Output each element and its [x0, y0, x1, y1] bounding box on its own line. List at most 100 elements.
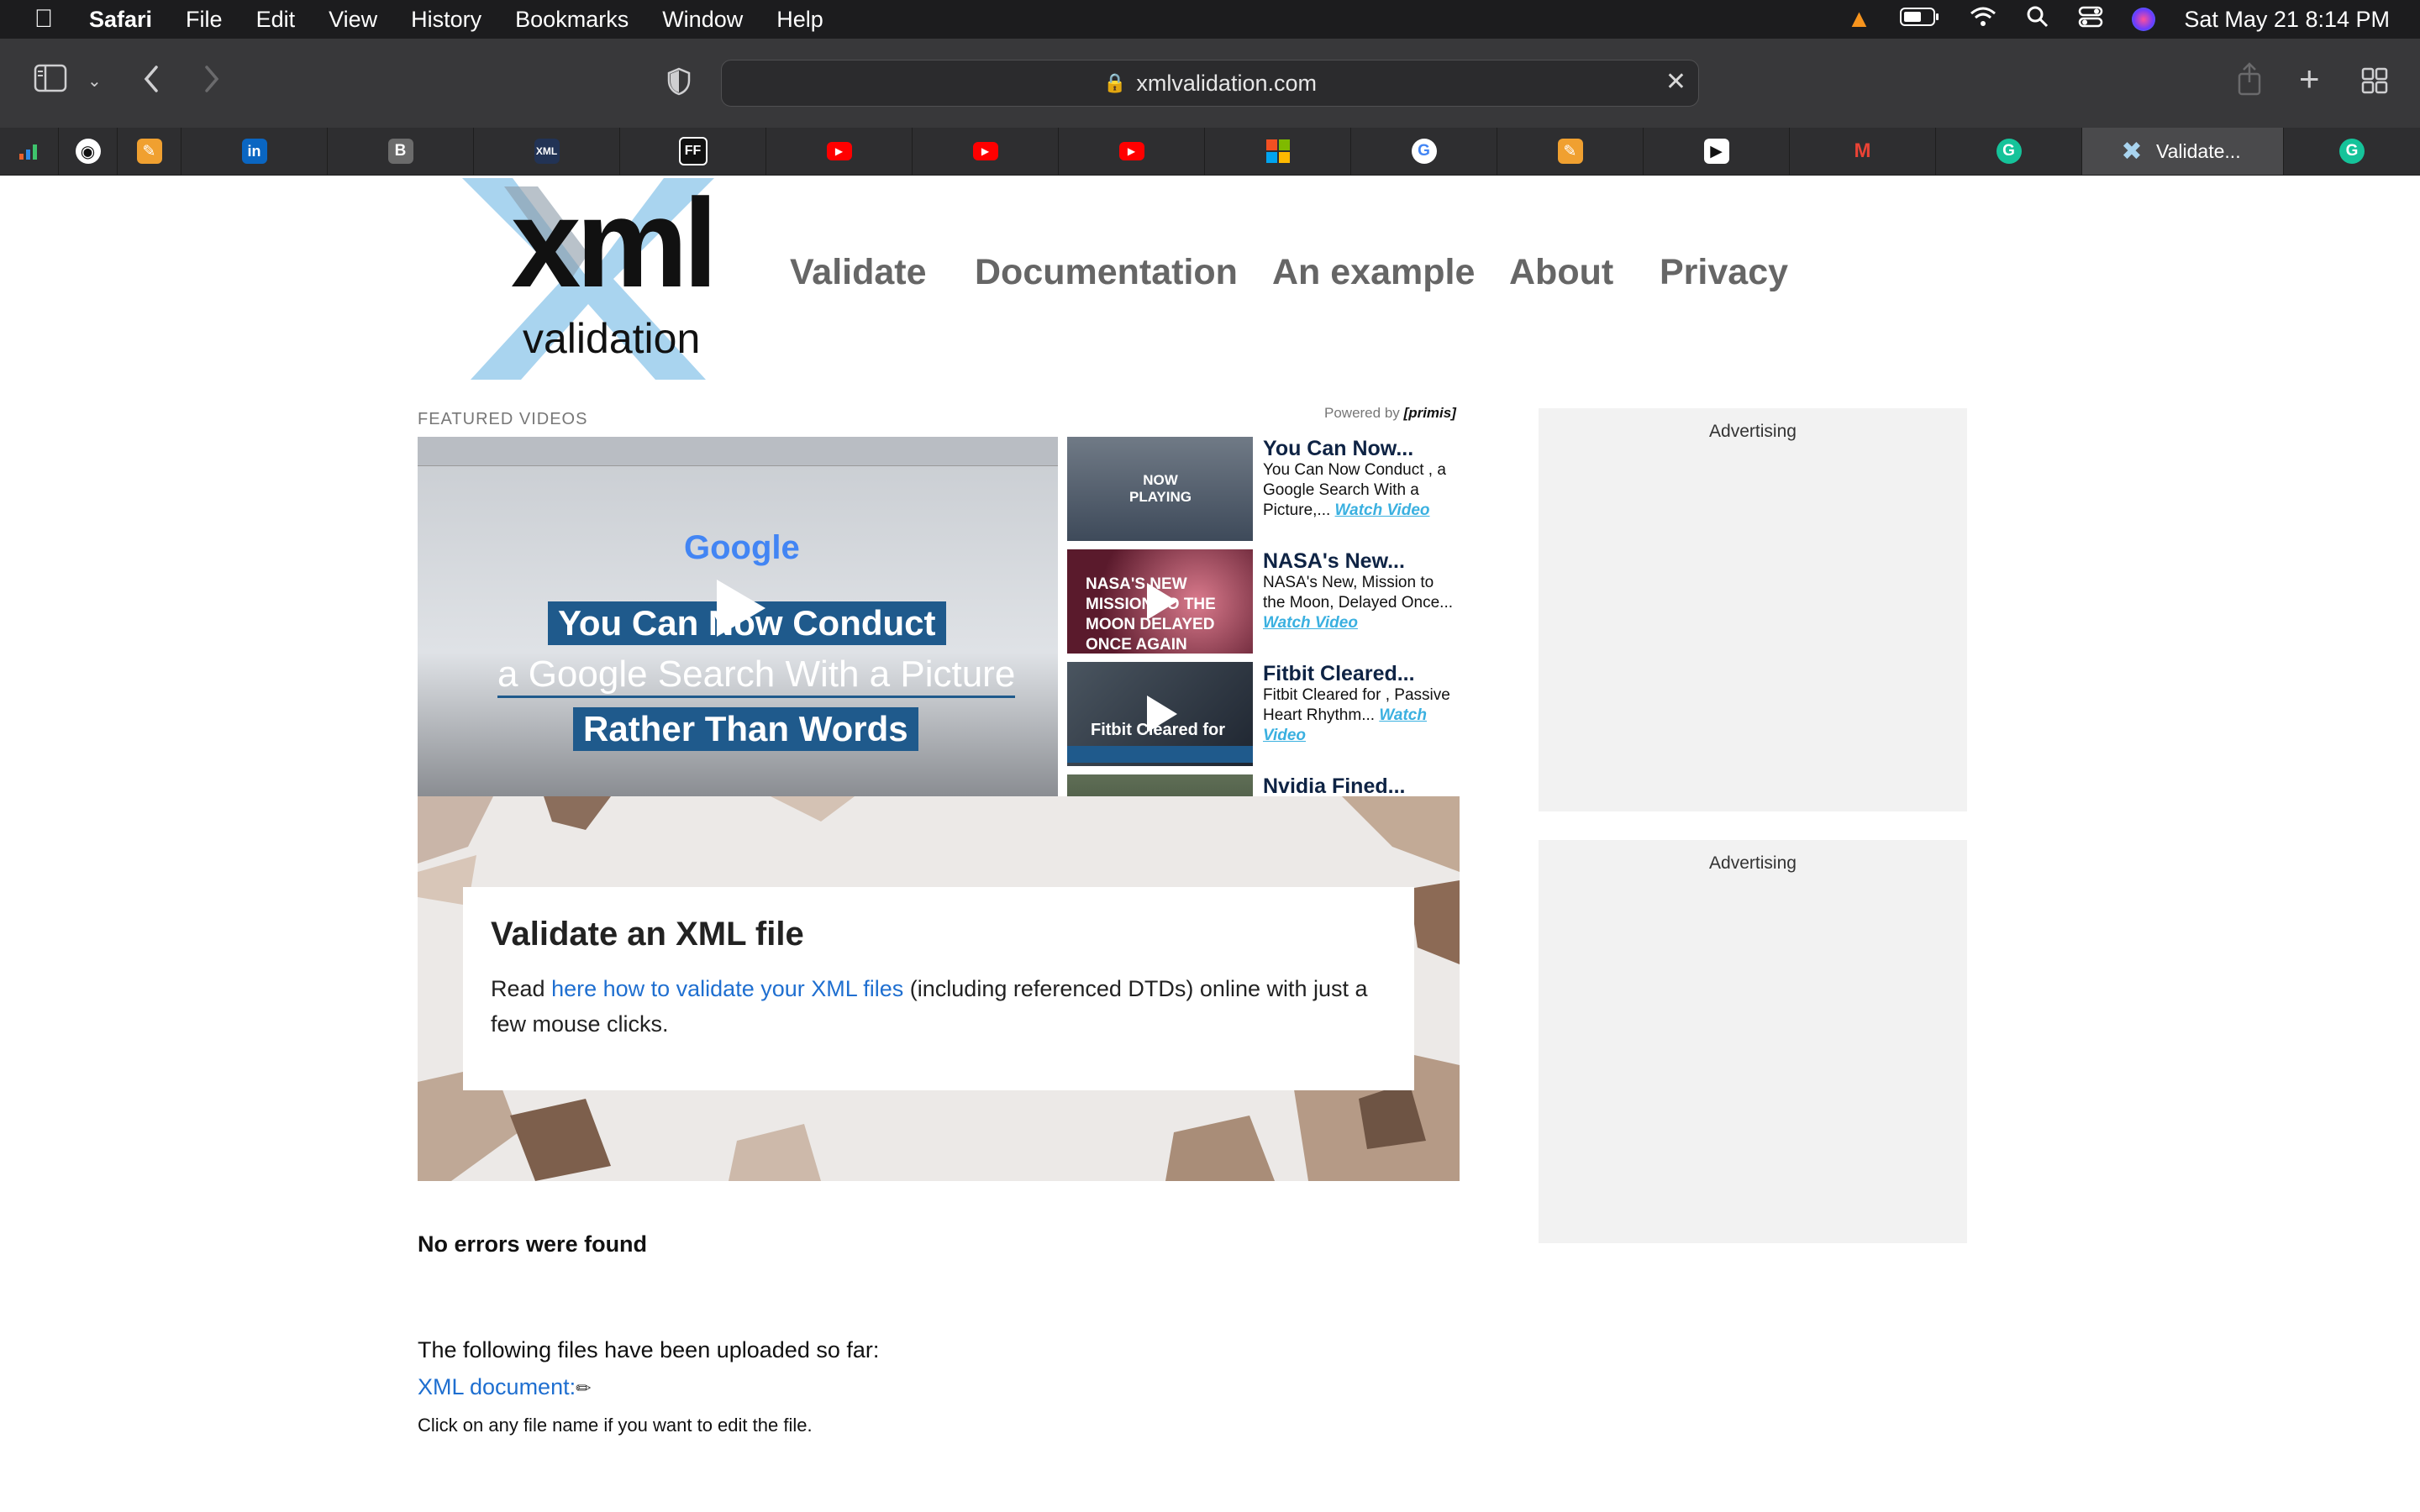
play-icon[interactable] [717, 580, 765, 637]
control-center-icon[interactable] [2078, 5, 2103, 34]
site-logo[interactable]: xml validation [445, 178, 731, 380]
forward-arrow-icon[interactable] [202, 62, 222, 103]
tab-5[interactable]: B [328, 128, 474, 175]
how-to-validate-link[interactable]: here how to validate your XML files [551, 976, 903, 1001]
video-thumbnail [1067, 774, 1253, 796]
tab-7[interactable]: FF [620, 128, 766, 175]
vlc-icon[interactable]: ▲ [1847, 5, 1872, 34]
watch-video-link[interactable]: Watch Video [1263, 614, 1358, 632]
share-icon[interactable] [2237, 62, 2262, 103]
tab-9[interactable]: ▶ [913, 128, 1059, 175]
battery-icon[interactable] [1900, 7, 1940, 33]
video-title[interactable]: Fitbit Cleared... [1263, 662, 1415, 686]
tab-10[interactable]: ▶ [1059, 128, 1205, 175]
chevron-down-icon[interactable]: ⌄ [87, 71, 102, 92]
tab-13[interactable]: ✎ [1497, 128, 1644, 175]
apple-icon[interactable]:  [30, 5, 57, 34]
tab-14[interactable]: ▶ [1644, 128, 1790, 175]
google-icon: G [1411, 139, 1437, 164]
video-title[interactable]: Nvidia Fined... [1263, 774, 1405, 796]
microsoft-icon [1265, 139, 1291, 164]
menu-help[interactable]: Help [776, 7, 823, 33]
spotlight-search-icon[interactable] [2026, 5, 2049, 34]
video-description: Fitbit Cleared for , Passive Heart Rhyth… [1263, 686, 1450, 744]
nav-an-example[interactable]: An example [1272, 252, 1475, 293]
menu-app-safari[interactable]: Safari [89, 7, 152, 33]
video-list-item[interactable]: Nvidia Fined... [1067, 774, 1462, 796]
clear-url-icon[interactable]: ✕ [1665, 67, 1686, 97]
tab-8[interactable]: ▶ [766, 128, 913, 175]
back-arrow-icon[interactable] [141, 62, 161, 103]
menu-history[interactable]: History [411, 7, 481, 33]
watch-video-link[interactable]: Watch Video [1335, 501, 1430, 519]
nav-validate[interactable]: Validate [790, 252, 927, 293]
address-url[interactable]: xmlvalidation.com [1136, 71, 1317, 97]
edit-hint: Click on any file name if you want to ed… [418, 1415, 813, 1436]
menu-edit[interactable]: Edit [256, 7, 296, 33]
gmail-icon: M [1854, 139, 1871, 162]
nav-documentation[interactable]: Documentation [975, 252, 1238, 293]
play-icon[interactable] [1147, 696, 1177, 732]
main-video-player[interactable]: Google You Can Now Conduct a Google Sear… [418, 437, 1058, 796]
lock-icon: 🔒 [1103, 72, 1127, 93]
powered-by[interactable]: Powered by [primis] [1324, 405, 1456, 422]
video-thumbnail: NOW PLAYING [1067, 437, 1253, 541]
tab-12[interactable]: G [1351, 128, 1497, 175]
xml-document-link[interactable]: XML document:✏ [418, 1374, 592, 1400]
b-icon: B [387, 139, 413, 164]
video-description: You Can Now Conduct , a Google Search Wi… [1263, 461, 1446, 519]
menu-bookmarks[interactable]: Bookmarks [515, 7, 629, 33]
privacy-shield-icon[interactable] [667, 67, 691, 103]
xmlvalidation-favicon-icon: ✖ [2121, 137, 2143, 165]
logo-text-xml: xml [511, 172, 718, 313]
tab-4[interactable]: in [182, 128, 328, 175]
playstation-icon: ▶ [1703, 139, 1729, 164]
video-thumbnail: NASA'S NEW MISSION TO THE MOON DELAYED O… [1067, 549, 1253, 654]
address-bar[interactable]: 🔒 xmlvalidation.com ✕ [721, 60, 1699, 107]
ff-icon: FF [678, 137, 708, 165]
validate-description: Read here how to validate your XML files… [491, 976, 1368, 1037]
primis-brand: [primis] [1403, 405, 1456, 421]
tab-11[interactable] [1205, 128, 1351, 175]
pencil-icon[interactable]: ✏ [576, 1378, 591, 1399]
tab-6[interactable]: XML [474, 128, 620, 175]
active-tab-title: Validate... [2156, 139, 2241, 162]
new-tab-plus-icon[interactable]: + [2299, 59, 2320, 99]
menubar-clock[interactable]: Sat May 21 8:14 PM [2184, 7, 2390, 33]
tab-2[interactable]: ◉ [59, 128, 118, 175]
youtube-icon: ▶ [1118, 142, 1144, 160]
tab-active-xmlvalidation[interactable]: ✖ Validate... [2082, 128, 2284, 175]
tab-overview-icon[interactable] [2361, 67, 2388, 102]
grammarly-icon: G [1996, 139, 2022, 164]
wifi-icon[interactable] [1969, 6, 1997, 34]
tab-15[interactable]: M [1790, 128, 1936, 175]
tab-16[interactable]: G [1936, 128, 2082, 175]
nav-privacy[interactable]: Privacy [1660, 252, 1788, 293]
tab-18[interactable]: G [2284, 128, 2420, 175]
nav-about[interactable]: About [1509, 252, 1613, 293]
advertising-slot-1[interactable]: Advertising [1539, 408, 1967, 811]
siri-icon[interactable] [2132, 8, 2156, 31]
video-browser-strip [418, 437, 1058, 466]
github-icon: ◉ [75, 139, 101, 164]
menu-window[interactable]: Window [662, 7, 743, 33]
video-list-item[interactable]: NOW PLAYING You Can Now... You Can Now C… [1067, 437, 1462, 541]
menu-file[interactable]: File [186, 7, 223, 33]
video-title[interactable]: You Can Now... [1263, 437, 1413, 461]
tab-3[interactable]: ✎ [118, 128, 182, 175]
tab-1[interactable] [0, 128, 59, 175]
validate-heading: Validate an XML file [491, 916, 804, 953]
validation-status: No errors were found [418, 1231, 648, 1257]
menu-view[interactable]: View [329, 7, 377, 33]
video-list-item[interactable]: Fitbit Cleared for Fitbit Cleared... Fit… [1067, 662, 1462, 766]
video-google-logo: Google [684, 529, 800, 566]
advertising-slot-2[interactable]: Advertising [1539, 840, 1967, 1243]
play-icon[interactable] [1147, 583, 1177, 620]
status-icons: ▲ Sat May 21 8:14 PM [1847, 0, 2390, 39]
video-title[interactable]: NASA's New... [1263, 549, 1405, 574]
chart-icon [17, 139, 42, 164]
notepad-icon: ✎ [136, 139, 162, 164]
grammarly-icon: G [2339, 139, 2365, 164]
sidebar-toggle-icon[interactable] [34, 64, 67, 100]
video-list-item[interactable]: NASA'S NEW MISSION TO THE MOON DELAYED O… [1067, 549, 1462, 654]
